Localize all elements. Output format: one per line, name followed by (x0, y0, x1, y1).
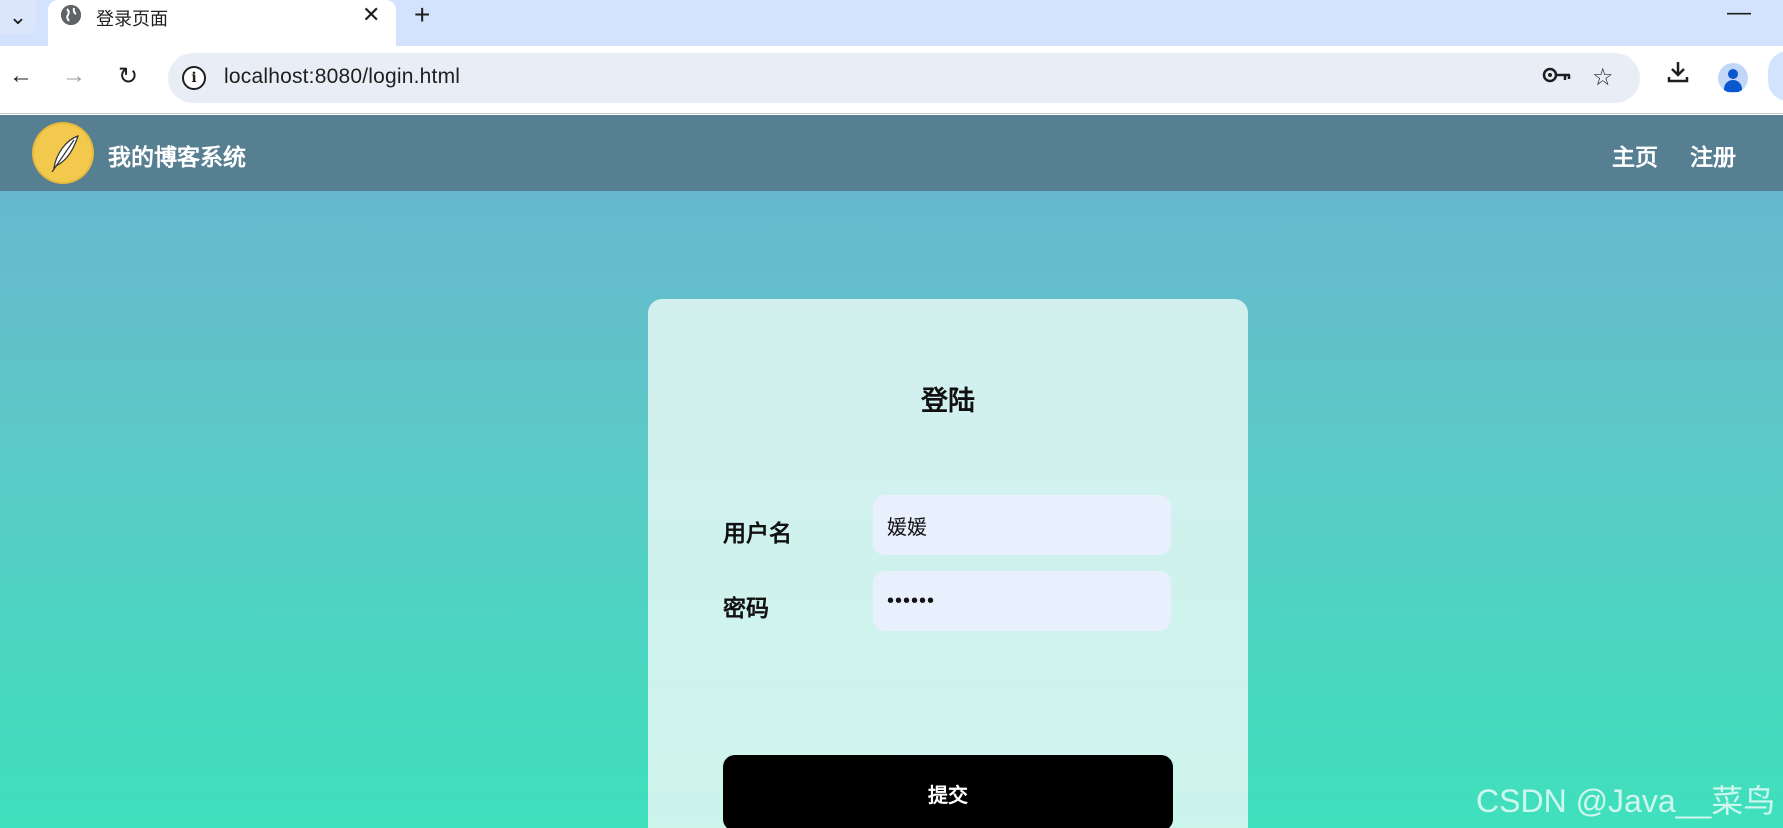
back-arrow-icon[interactable]: ← (3, 58, 39, 94)
extension-button[interactable] (1768, 51, 1783, 101)
tab-search-button[interactable]: ⌄ (0, 0, 36, 34)
chevron-down-icon: ⌄ (8, 4, 28, 29)
username-input[interactable] (873, 495, 1171, 555)
site-info-icon[interactable]: i (182, 66, 206, 90)
nav-link-home[interactable]: 主页 (1612, 138, 1658, 172)
close-icon[interactable]: ✕ (362, 3, 380, 27)
username-label: 用户名 (723, 520, 792, 546)
new-tab-icon[interactable]: + (414, 0, 430, 30)
key-icon[interactable] (1542, 63, 1572, 94)
browser-tabstrip: ⌄ 登录页面 ✕ + — (0, 0, 1783, 46)
login-title: 登陆 (921, 386, 975, 416)
bookmark-star-icon[interactable]: ☆ (1592, 63, 1614, 92)
browser-toolbar: ← → ↻ i localhost:8080/login.html ☆ (0, 46, 1783, 114)
site-navbar: 我的博客系统 主页 注册 (0, 115, 1783, 191)
forward-arrow-icon[interactable]: → (56, 58, 92, 94)
site-title: 我的博客系统 (108, 144, 246, 170)
feather-logo-icon[interactable] (34, 124, 92, 182)
watermark-text: CSDN @Java__菜鸟 (1476, 783, 1776, 819)
reload-icon[interactable]: ↻ (110, 58, 146, 94)
page-background: 我的博客系统 主页 注册 登陆 用户名 密码 提交 (0, 115, 1783, 828)
password-input[interactable] (873, 571, 1171, 631)
profile-avatar-icon[interactable] (1718, 63, 1748, 93)
globe-icon (61, 5, 81, 25)
password-label: 密码 (723, 595, 769, 621)
download-icon[interactable] (1665, 59, 1691, 92)
submit-button[interactable]: 提交 (723, 755, 1173, 828)
nav-link-register[interactable]: 注册 (1690, 138, 1736, 172)
minimize-icon[interactable]: — (1727, 0, 1751, 26)
browser-tab-active[interactable]: 登录页面 ✕ (48, 0, 396, 46)
address-bar[interactable]: i localhost:8080/login.html ☆ (168, 53, 1640, 103)
login-card: 登陆 用户名 密码 提交 (648, 299, 1248, 828)
tab-title: 登录页面 (96, 9, 168, 29)
url-text[interactable]: localhost:8080/login.html (224, 65, 460, 89)
